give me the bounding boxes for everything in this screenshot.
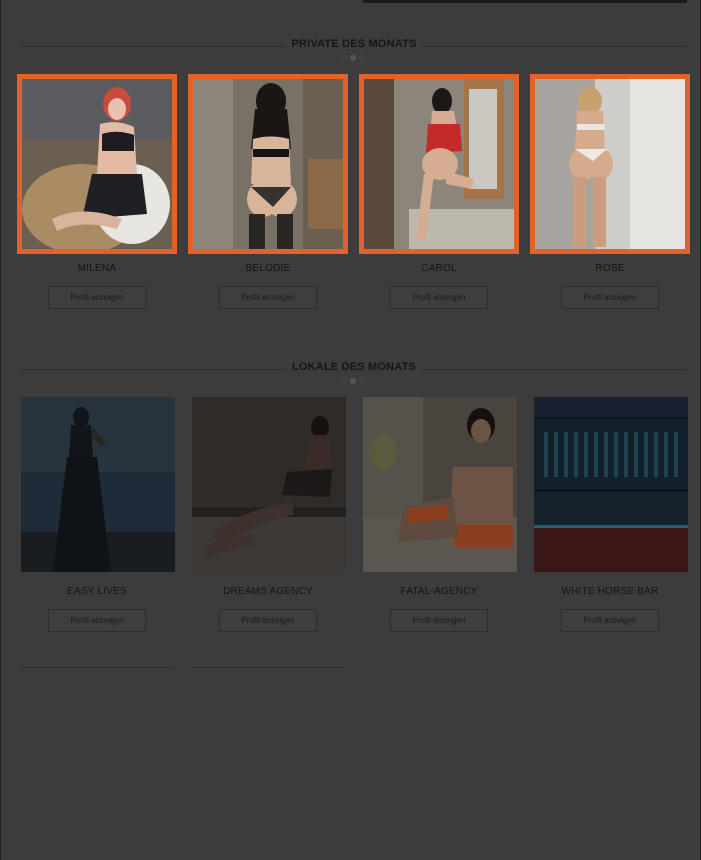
venue-photo[interactable] bbox=[534, 397, 688, 572]
venue-card: EASY LIVES Profil anzeigen bbox=[17, 397, 177, 637]
photo-image bbox=[21, 397, 175, 572]
venue-name: EASY LIVES bbox=[67, 586, 127, 597]
photo-image bbox=[192, 397, 346, 572]
section-header-lokale: LOKALE DES MONATS ◇●◇ bbox=[21, 361, 687, 391]
profile-photo[interactable] bbox=[530, 74, 690, 254]
top-divider bbox=[363, 0, 687, 3]
venue-name: WHITE HORSE BAR bbox=[561, 586, 659, 597]
view-profile-button[interactable]: Profil anzeigen bbox=[390, 286, 488, 309]
view-profile-button[interactable]: Profil anzeigen bbox=[390, 609, 488, 632]
private-grid: MILENA Profil anzeigen BELODIE Profil an… bbox=[17, 74, 691, 314]
venue-photo[interactable] bbox=[192, 397, 346, 572]
view-profile-button[interactable]: Profil anzeigen bbox=[219, 286, 317, 309]
profile-name: BELODIE bbox=[245, 263, 291, 274]
venue-photo[interactable] bbox=[21, 397, 175, 572]
lokale-grid: EASY LIVES Profil anzeigen DREAMS AGENCY… bbox=[17, 397, 691, 637]
section-title: LOKALE DES MONATS bbox=[285, 361, 423, 373]
profile-name: ROSE bbox=[595, 263, 625, 274]
photo-image bbox=[22, 79, 172, 249]
venue-card: WHITE HORSE BAR Profil anzeigen bbox=[530, 397, 690, 637]
view-profile-button[interactable]: Profil anzeigen bbox=[48, 286, 146, 309]
divider bbox=[192, 667, 345, 668]
view-profile-button[interactable]: Profil anzeigen bbox=[48, 609, 146, 632]
page: PRIVATE DES MONATS ◇●◇ MILENA Profil anz… bbox=[0, 0, 701, 860]
profile-name: CAROL bbox=[421, 263, 457, 274]
ornament-icon: ◇●◇ bbox=[341, 53, 367, 62]
venue-name: FATAL-AGENCY bbox=[400, 586, 478, 597]
profile-name: MILENA bbox=[77, 263, 117, 274]
profile-card: ROSE Profil anzeigen bbox=[530, 74, 690, 314]
venue-card: DREAMS AGENCY Profil anzeigen bbox=[188, 397, 348, 637]
photo-image bbox=[535, 79, 685, 249]
divider bbox=[21, 667, 174, 668]
profile-photo[interactable] bbox=[359, 74, 519, 254]
venue-photo[interactable] bbox=[363, 397, 517, 572]
profile-card: BELODIE Profil anzeigen bbox=[188, 74, 348, 314]
view-profile-button[interactable]: Profil anzeigen bbox=[561, 286, 659, 309]
photo-image bbox=[364, 79, 514, 249]
profile-card: CAROL Profil anzeigen bbox=[359, 74, 519, 314]
photo-image bbox=[193, 79, 343, 249]
photo-image bbox=[363, 397, 517, 572]
section-title: PRIVATE DES MONATS bbox=[285, 38, 423, 50]
profile-photo[interactable] bbox=[17, 74, 177, 254]
venue-card: FATAL-AGENCY Profil anzeigen bbox=[359, 397, 519, 637]
ornament-icon: ◇●◇ bbox=[341, 376, 367, 385]
photo-image bbox=[534, 397, 688, 572]
venue-name: DREAMS AGENCY bbox=[223, 586, 313, 597]
profile-card: MILENA Profil anzeigen bbox=[17, 74, 177, 314]
profile-photo[interactable] bbox=[188, 74, 348, 254]
section-header-private: PRIVATE DES MONATS ◇●◇ bbox=[21, 38, 687, 68]
bottom-dividers bbox=[21, 667, 361, 669]
view-profile-button[interactable]: Profil anzeigen bbox=[561, 609, 659, 632]
view-profile-button[interactable]: Profil anzeigen bbox=[219, 609, 317, 632]
